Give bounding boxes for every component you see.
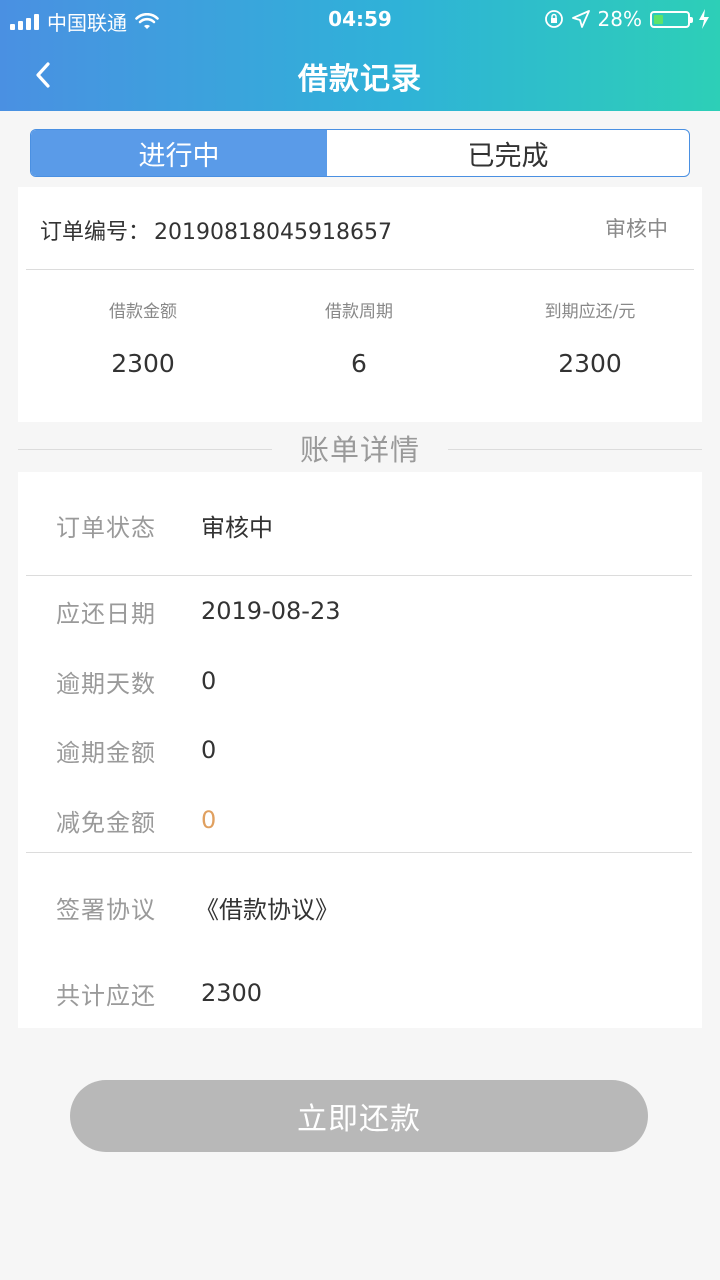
detail-label: 逾期天数 bbox=[56, 669, 156, 698]
summary-divider bbox=[26, 269, 694, 270]
detail-value: 0 bbox=[201, 667, 217, 695]
status-bar-right: 28% bbox=[544, 7, 710, 31]
nav-bar: 借款记录 bbox=[0, 38, 720, 111]
bill-details-header: 账单详情 bbox=[0, 422, 720, 472]
stat-loan-amount: 借款金额 2300 bbox=[58, 297, 228, 378]
details-divider bbox=[26, 575, 692, 576]
detail-row-overdue-days: 逾期天数 0 bbox=[56, 661, 216, 701]
detail-value: 0 bbox=[201, 806, 217, 834]
status-tabs: 进行中 已完成 bbox=[30, 129, 690, 177]
order-status-badge: 审核中 bbox=[605, 217, 668, 241]
detail-label: 签署协议 bbox=[56, 895, 156, 924]
battery-icon bbox=[650, 10, 693, 28]
battery-percent: 28% bbox=[597, 7, 642, 31]
stat-value: 2300 bbox=[111, 349, 175, 378]
tab-in-progress[interactable]: 进行中 bbox=[31, 130, 327, 176]
detail-row-total-due: 共计应还 2300 bbox=[56, 973, 262, 1013]
stat-value: 6 bbox=[351, 349, 367, 378]
detail-row-overdue-amount: 逾期金额 0 bbox=[56, 730, 216, 770]
stat-label: 借款金额 bbox=[109, 302, 177, 322]
details-divider bbox=[26, 852, 692, 853]
location-arrow-icon bbox=[571, 10, 590, 28]
detail-value: 2300 bbox=[201, 979, 263, 1007]
order-summary-card: 订单编号： 20190818045918657 审核中 借款金额 2300 借款周… bbox=[18, 187, 702, 422]
order-number-row: 订单编号： 20190818045918657 bbox=[40, 214, 392, 246]
detail-value: 0 bbox=[201, 736, 217, 764]
detail-row-agreement: 签署协议 《借款协议》 bbox=[56, 887, 339, 927]
section-title: 账单详情 bbox=[299, 433, 420, 467]
app-header: 中国联通 04:59 28% 借款记录 bbox=[0, 0, 720, 111]
bill-details-card: 订单状态 审核中 应还日期 2019-08-23 逾期天数 0 逾期金额 0 减… bbox=[18, 472, 702, 1028]
detail-row-reduction-amount: 减免金额 0 bbox=[56, 800, 216, 840]
detail-label: 共计应还 bbox=[56, 981, 156, 1010]
detail-label: 减免金额 bbox=[56, 808, 156, 837]
orientation-lock-icon bbox=[544, 9, 564, 29]
status-bar: 中国联通 04:59 28% bbox=[0, 0, 720, 38]
stat-value: 2300 bbox=[558, 349, 622, 378]
battery-level bbox=[654, 14, 663, 24]
order-number-value: 20190818045918657 bbox=[154, 220, 392, 245]
stat-loan-period: 借款周期 6 bbox=[274, 297, 444, 378]
detail-label: 逾期金额 bbox=[56, 738, 156, 767]
stat-due-amount: 到期应还/元 2300 bbox=[500, 297, 680, 378]
detail-value: 审核中 bbox=[201, 513, 273, 542]
repay-now-button[interactable]: 立即还款 bbox=[70, 1080, 648, 1152]
detail-row-due-date: 应还日期 2019-08-23 bbox=[56, 591, 340, 631]
detail-row-order-status: 订单状态 审核中 bbox=[56, 505, 273, 545]
detail-label: 订单状态 bbox=[56, 513, 156, 542]
order-number-label: 订单编号： bbox=[40, 220, 151, 245]
loan-agreement-link[interactable]: 《借款协议》 bbox=[195, 890, 339, 925]
tab-completed[interactable]: 已完成 bbox=[327, 130, 689, 176]
detail-value: 2019-08-23 bbox=[201, 597, 341, 625]
stat-label: 到期应还/元 bbox=[544, 302, 636, 322]
section-divider-right bbox=[448, 449, 702, 450]
charging-bolt-icon bbox=[698, 9, 710, 29]
detail-label: 应还日期 bbox=[56, 599, 156, 628]
page-title: 借款记录 bbox=[298, 62, 422, 97]
stat-label: 借款周期 bbox=[325, 302, 393, 322]
